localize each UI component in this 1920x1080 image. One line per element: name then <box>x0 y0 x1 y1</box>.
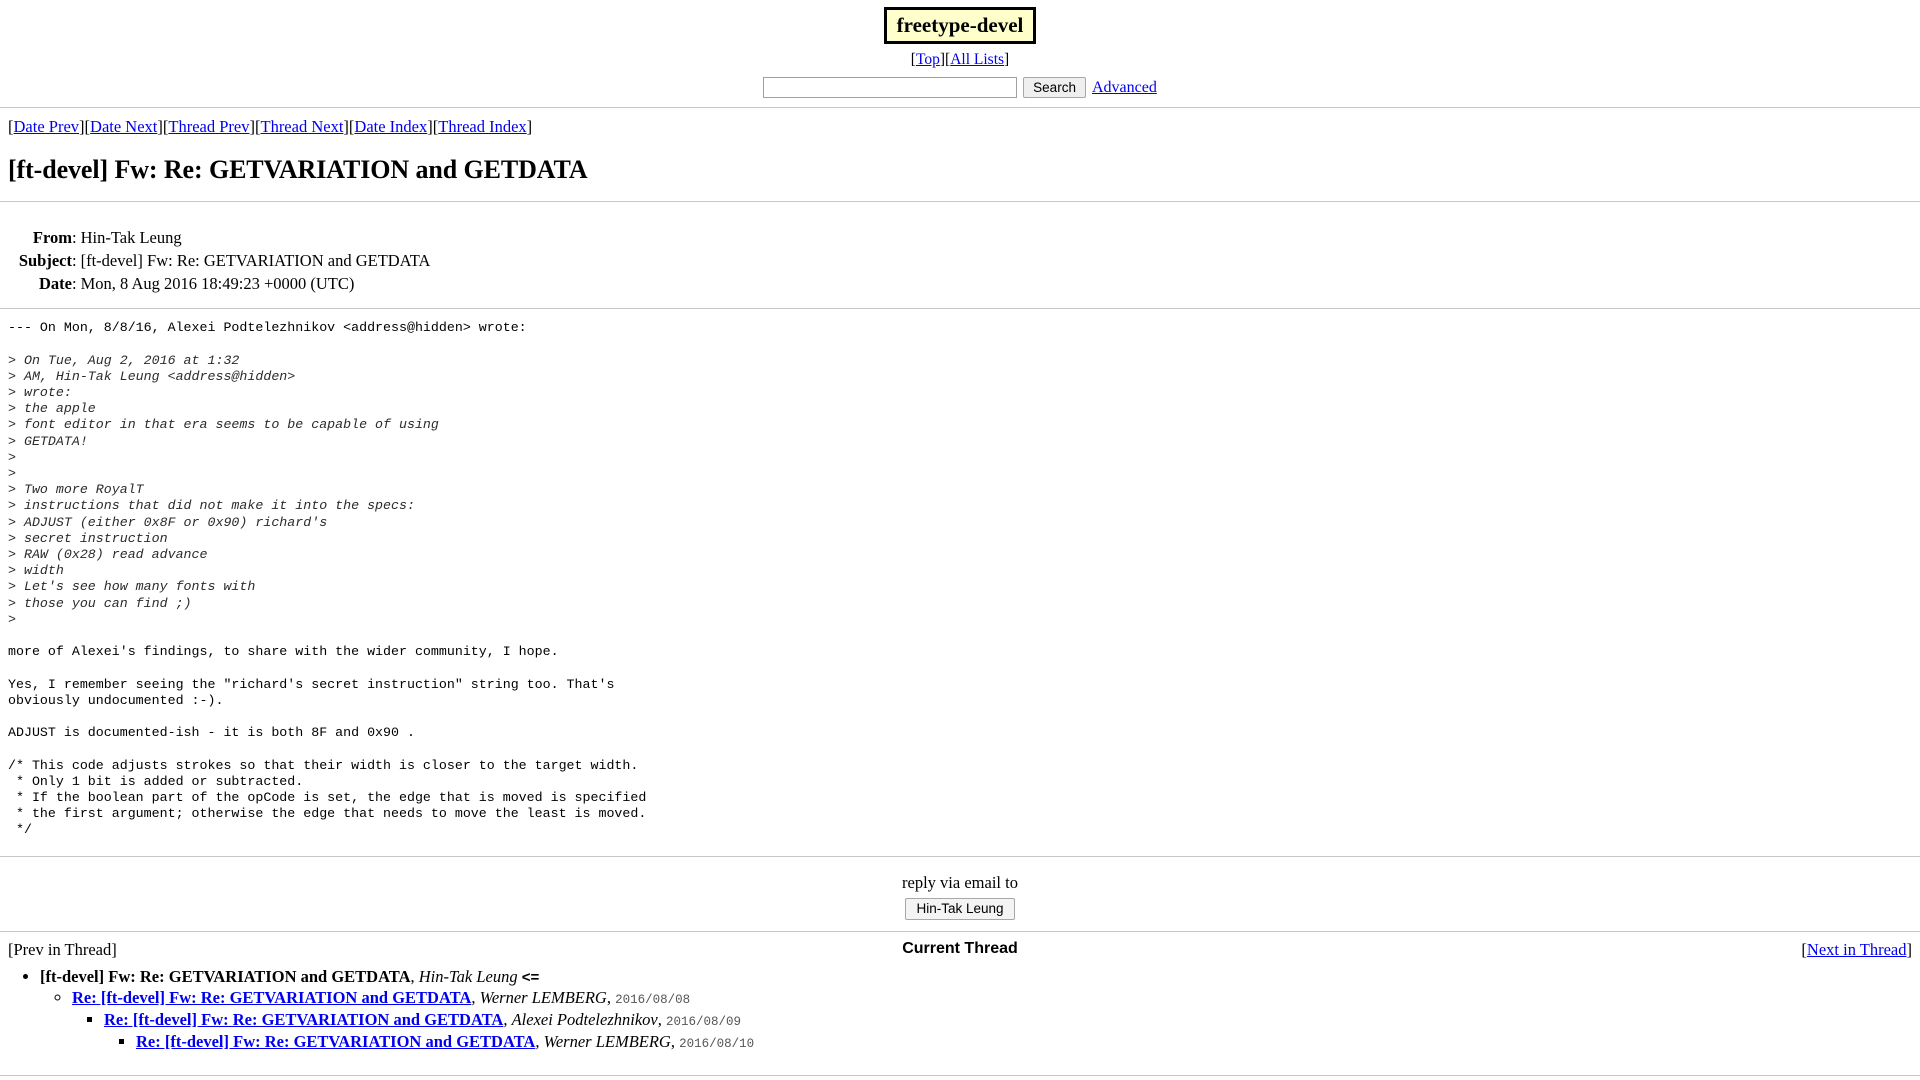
search-button[interactable]: Search <box>1023 77 1086 99</box>
body-intro-line: --- On Mon, 8/8/16, Alexei Podtelezhniko… <box>8 320 527 336</box>
thread-list: [ft-devel] Fw: Re: GETVARIATION and GETD… <box>0 967 1920 1053</box>
thread-divider <box>0 1075 1920 1077</box>
date-value: Mon, 8 Aug 2016 18:49:23 +0000 (UTC) <box>80 273 355 293</box>
thread-navigation: [Prev in Thread] Current Thread [Next in… <box>0 932 1920 960</box>
page-header: freetype-devel [Top][All Lists] Search A… <box>0 0 1920 99</box>
message-body: --- On Mon, 8/8/16, Alexei Podtelezhniko… <box>8 320 1920 839</box>
thread-sublist-3: Re: [ft-devel] Fw: Re: GETVARIATION and … <box>104 1032 1920 1053</box>
body-divider <box>0 855 1920 857</box>
next-in-thread-link[interactable]: Next in Thread <box>1807 940 1907 959</box>
thread-subject-link-3[interactable]: Re: [ft-devel] Fw: Re: GETVARIATION and … <box>136 1032 535 1051</box>
header-row-from: From : Hin-Tak Leung <box>0 226 430 249</box>
from-value: Hin-Tak Leung <box>80 227 182 247</box>
thread-subject-link-2[interactable]: Re: [ft-devel] Fw: Re: GETVARIATION and … <box>104 1010 503 1029</box>
thread-author-1: Werner LEMBERG <box>479 988 607 1008</box>
thread-sep-1: , <box>471 988 480 1008</box>
top-links: [Top][All Lists] <box>0 51 1920 69</box>
top-link[interactable]: Top <box>916 51 940 68</box>
thread-sep-3: , <box>535 1031 544 1051</box>
header-row-date: Date : Mon, 8 Aug 2016 18:49:23 +0000 (U… <box>0 272 430 295</box>
from-colon: : <box>72 227 77 247</box>
thread-item-0: [ft-devel] Fw: Re: GETVARIATION and GETD… <box>40 967 1920 1053</box>
current-thread-heading: Current Thread <box>902 939 1018 957</box>
thread-sep-0: , <box>410 966 419 986</box>
thread-sep-1b: , <box>606 988 616 1008</box>
current-message-marker: <= <box>521 968 540 986</box>
thread-sep-2: , <box>503 1010 512 1030</box>
subject-colon: : <box>72 250 77 270</box>
nav-thread-index[interactable]: Thread Index <box>438 117 526 136</box>
thread-sublist-1: Re: [ft-devel] Fw: Re: GETVARIATION and … <box>40 988 1920 1052</box>
reply-via-email-button[interactable]: Hin-Tak Leung <box>905 897 1015 920</box>
date-colon: : <box>72 273 77 293</box>
thread-date-1: 2016/08/08 <box>615 993 691 1008</box>
prev-in-thread: [Prev in Thread] <box>8 939 117 959</box>
search-row: Search Advanced <box>0 77 1920 99</box>
thread-sep-3b: , <box>670 1031 680 1051</box>
bracket-close-all: ] <box>1004 51 1010 69</box>
reply-prompt: reply via email to <box>902 872 1018 892</box>
thread-author-3: Werner LEMBERG <box>543 1031 671 1051</box>
advanced-search-link[interactable]: Advanced <box>1092 79 1157 97</box>
next-in-thread: [Next in Thread] <box>1801 940 1912 960</box>
body-quoted-text: > On Tue, Aug 2, 2016 at 1:32 > AM, Hin-… <box>8 352 439 627</box>
nav-date-prev[interactable]: Date Prev <box>14 117 80 136</box>
subject-value: [ft-devel] Fw: Re: GETVARIATION and GETD… <box>80 250 431 270</box>
thread-sublist-2: Re: [ft-devel] Fw: Re: GETVARIATION and … <box>72 1010 1920 1052</box>
nav-thread-prev[interactable]: Thread Prev <box>168 117 249 136</box>
nav-thread-next[interactable]: Thread Next <box>260 117 343 136</box>
thread-sep-2b: , <box>657 1010 666 1030</box>
next-bracket-close: ] <box>1906 939 1913 959</box>
nav-date-index[interactable]: Date Index <box>354 117 427 136</box>
message-headers: From : Hin-Tak Leung Subject : [ft-devel… <box>0 226 431 295</box>
subject-label: Subject <box>18 250 72 270</box>
thread-author-0: Hin-Tak Leung <box>418 966 518 986</box>
list-title: freetype-devel <box>883 7 1037 45</box>
thread-date-3: 2016/08/10 <box>679 1036 755 1051</box>
search-input[interactable] <box>763 77 1018 99</box>
from-label: From <box>32 227 72 247</box>
reply-section: reply via email to Hin-Tak Leung <box>0 873 1920 920</box>
thread-author-2: Alexei Podtelezhnikov <box>511 1010 658 1030</box>
nav-bracket-11: ] <box>526 117 533 137</box>
body-reply-text: more of Alexei's findings, to share with… <box>8 644 647 838</box>
page-title: [ft-devel] Fw: Re: GETVARIATION and GETD… <box>8 155 588 185</box>
thread-item-1: Re: [ft-devel] Fw: Re: GETVARIATION and … <box>72 988 1920 1052</box>
thread-item-3: Re: [ft-devel] Fw: Re: GETVARIATION and … <box>136 1032 1920 1053</box>
thread-subject-link-1[interactable]: Re: [ft-devel] Fw: Re: GETVARIATION and … <box>72 988 471 1007</box>
thread-item-2: Re: [ft-devel] Fw: Re: GETVARIATION and … <box>104 1010 1920 1052</box>
header-row-subject: Subject : [ft-devel] Fw: Re: GETVARIATIO… <box>0 249 431 272</box>
all-lists-link[interactable]: All Lists <box>950 51 1004 68</box>
title-divider <box>0 201 1920 203</box>
thread-subject-0: [ft-devel] Fw: Re: GETVARIATION and GETD… <box>40 966 411 986</box>
headers-divider <box>0 308 1920 310</box>
date-label: Date <box>39 273 72 293</box>
thread-date-2: 2016/08/09 <box>665 1015 741 1030</box>
nav-date-next[interactable]: Date Next <box>90 117 157 136</box>
message-navigation: [Date Prev][Date Next][Thread Prev][Thre… <box>0 108 1920 137</box>
